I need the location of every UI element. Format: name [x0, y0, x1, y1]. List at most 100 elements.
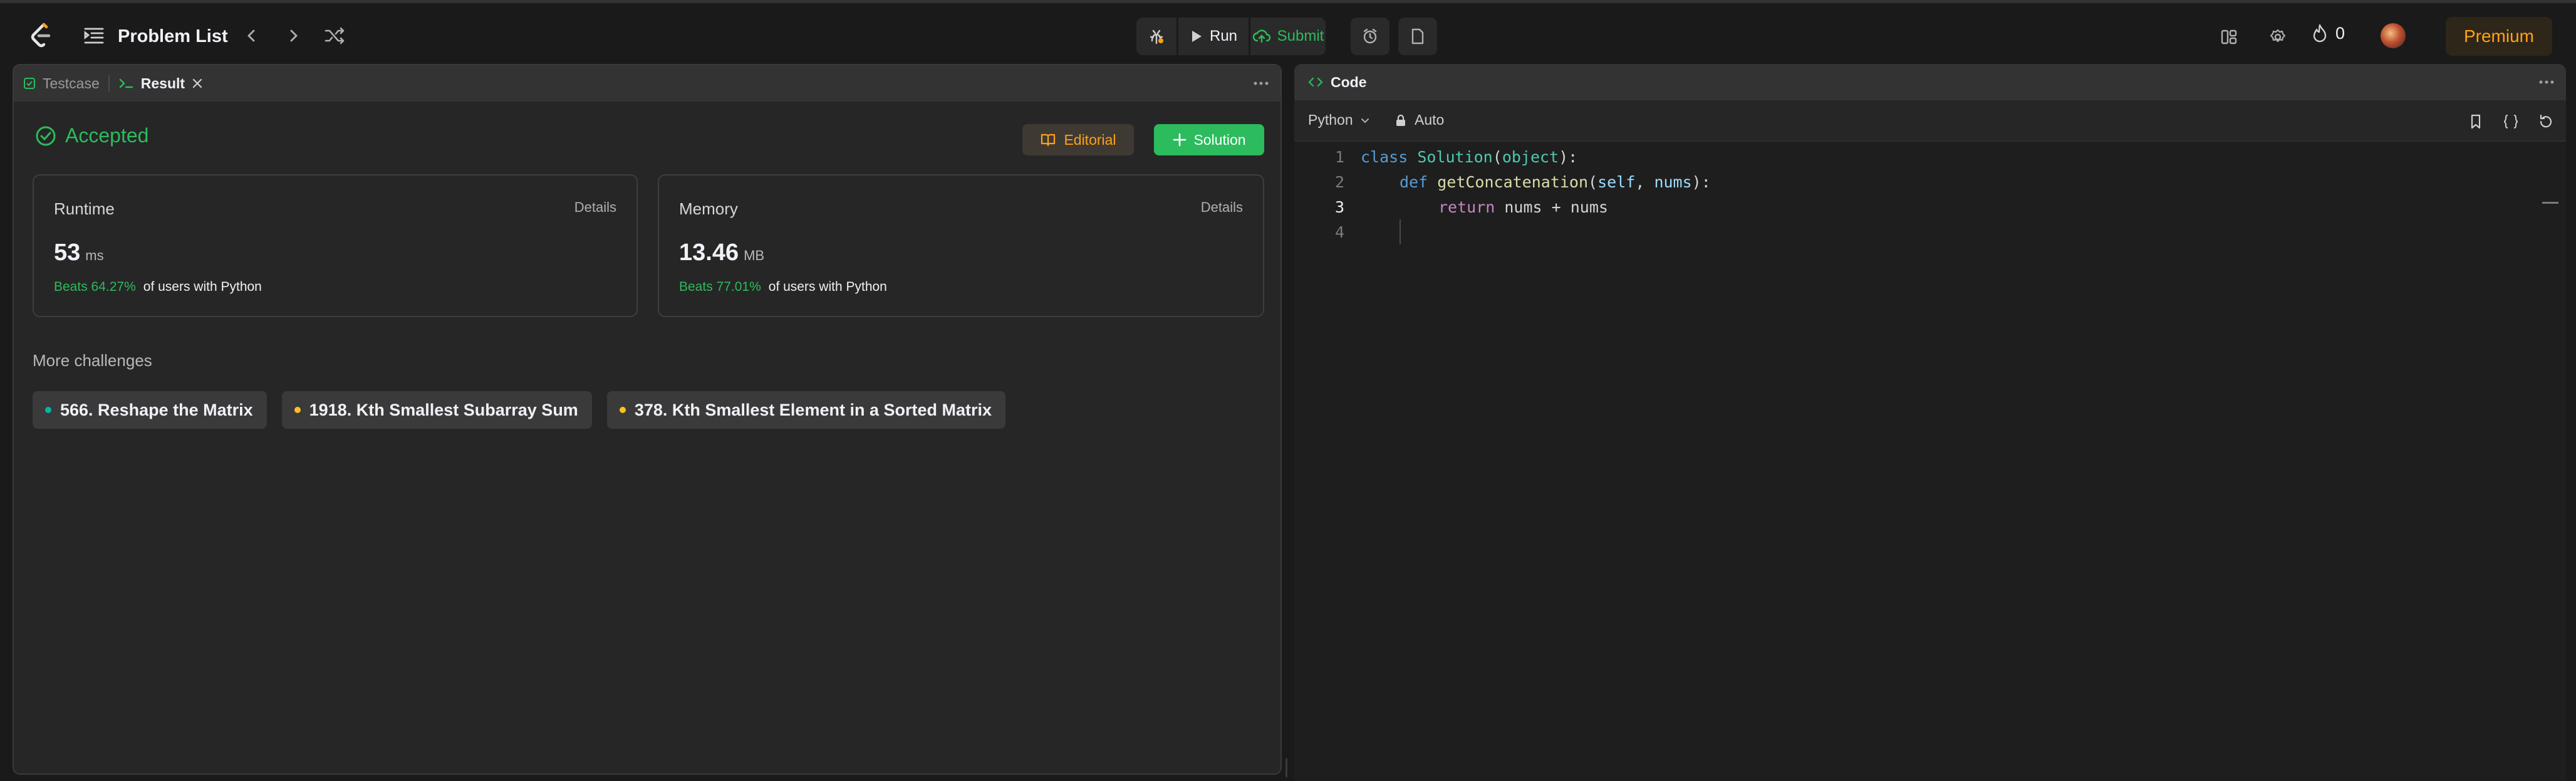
premium-button[interactable]: Premium — [2446, 17, 2552, 56]
problem-list-icon[interactable] — [83, 24, 105, 47]
runtime-card[interactable]: Runtime Details 53 ms Beats 64.27% of us… — [33, 174, 638, 317]
code-text: return nums + nums — [1438, 197, 1608, 216]
auto-mode-label: Auto — [1415, 112, 1445, 128]
code-line: 3 return nums + nums — [1294, 194, 1608, 219]
chevron-down-icon — [1361, 118, 1369, 123]
more-options-icon[interactable] — [1252, 74, 1270, 93]
streak-counter[interactable]: 0 — [2310, 23, 2345, 43]
gear-icon[interactable] — [2267, 26, 2289, 48]
auto-mode-toggle[interactable]: Auto — [1394, 112, 1444, 128]
run-submit-group: Run Submit — [1136, 18, 1326, 55]
flame-icon — [2313, 24, 2327, 43]
code-panel: Code Python Auto 1 class Solution(object… — [1294, 64, 2566, 781]
difficulty-dot — [45, 407, 51, 413]
challenge-chip[interactable]: 378. Kth Smallest Element in a Sorted Ma… — [606, 391, 1006, 429]
reset-icon[interactable] — [2537, 113, 2555, 130]
code-line: 4 — [1294, 219, 1344, 244]
run-label: Run — [1209, 28, 1238, 45]
solution-button[interactable]: Solution — [1154, 124, 1264, 155]
runtime-value: 53 ms — [54, 239, 104, 266]
memory-value: 13.46 MB — [679, 239, 764, 266]
tab-result-label: Result — [140, 75, 185, 92]
layout-icon[interactable] — [2218, 26, 2240, 48]
result-panel: Testcase Result Accepted Editorial Solut… — [13, 64, 1282, 775]
memory-beats-percent: Beats 77.01% — [679, 280, 761, 294]
code-text: class Solution(object): — [1361, 147, 1578, 166]
runtime-title: Runtime — [54, 199, 115, 218]
submit-label: Submit — [1277, 28, 1324, 45]
plus-icon — [1173, 133, 1187, 147]
challenge-chip[interactable]: 1918. Kth Smallest Subarray Sum — [281, 391, 592, 429]
line-number: 4 — [1334, 223, 1344, 241]
top-navigation-bar: Problem List Run Submit 0 Premium — [0, 0, 2576, 65]
language-label: Python — [1308, 112, 1353, 128]
code-icon — [1308, 77, 1323, 87]
problem-list-link[interactable]: Problem List — [118, 24, 228, 49]
challenge-label: 566. Reshape the Matrix — [60, 400, 253, 419]
editorial-label: Editorial — [1064, 131, 1116, 148]
bug-icon — [1150, 29, 1163, 45]
scrollbar-marker[interactable] — [2542, 202, 2558, 204]
submit-button[interactable]: Submit — [1250, 18, 1326, 55]
more-challenges-title: More challenges — [33, 351, 152, 370]
note-icon — [1411, 28, 1424, 45]
cloud-upload-icon — [1252, 29, 1270, 43]
submission-status: Accepted — [35, 124, 148, 147]
chevron-left-icon[interactable] — [242, 26, 262, 46]
challenge-label: 1918. Kth Smallest Subarray Sum — [309, 400, 578, 419]
memory-details-link[interactable]: Details — [1201, 199, 1243, 216]
checkbox-icon — [24, 78, 35, 89]
indent-guide — [1400, 219, 1401, 244]
terminal-icon — [119, 78, 133, 88]
tab-result[interactable]: Result — [110, 65, 212, 102]
code-text: def getConcatenation(self, nums): — [1400, 172, 1711, 191]
streak-count: 0 — [2335, 23, 2345, 43]
code-line: 1 class Solution(object): — [1294, 144, 1577, 169]
challenge-list: 566. Reshape the Matrix 1918. Kth Smalle… — [33, 391, 1006, 429]
challenge-label: 378. Kth Smallest Element in a Sorted Ma… — [634, 400, 992, 419]
difficulty-dot — [619, 407, 626, 413]
line-number: 3 — [1334, 197, 1344, 216]
run-button[interactable]: Run — [1178, 18, 1249, 55]
tab-testcase[interactable]: Testcase — [14, 65, 108, 102]
alarm-clock-icon — [1363, 28, 1377, 44]
lock-icon — [1396, 114, 1405, 126]
runtime-number: 53 — [54, 239, 81, 266]
runtime-beats-percent: Beats 64.27% — [54, 280, 136, 294]
code-panel-header: Code — [1294, 64, 2566, 100]
code-editor[interactable]: 1 class Solution(object): 2 def getConca… — [1294, 142, 2566, 781]
memory-beats-suffix: of users with Python — [768, 280, 887, 294]
editorial-button[interactable]: Editorial — [1022, 124, 1134, 155]
shuffle-icon[interactable] — [323, 24, 346, 47]
code-line: 2 def getConcatenation(self, nums): — [1294, 169, 1711, 194]
panel-resize-handle[interactable] — [1285, 758, 1287, 777]
tab-testcase-label: Testcase — [43, 75, 100, 92]
chevron-right-icon[interactable] — [283, 26, 303, 46]
more-options-icon[interactable] — [2537, 73, 2556, 92]
leetcode-logo-icon[interactable] — [25, 19, 56, 51]
book-icon — [1041, 134, 1056, 147]
close-icon[interactable] — [191, 77, 204, 90]
memory-number: 13.46 — [679, 239, 739, 266]
debug-button[interactable] — [1136, 18, 1176, 55]
timer-button[interactable] — [1351, 18, 1389, 55]
runtime-details-link[interactable]: Details — [574, 199, 616, 216]
avatar[interactable] — [2381, 23, 2406, 48]
result-panel-header: Testcase Result — [14, 65, 1280, 102]
language-select[interactable]: Python — [1308, 112, 1371, 128]
play-icon — [1192, 31, 1202, 42]
solution-label: Solution — [1193, 131, 1246, 148]
format-braces-icon[interactable] — [2502, 113, 2520, 130]
line-number: 1 — [1334, 147, 1344, 166]
code-panel-title: Code — [1331, 73, 1367, 90]
memory-beats: Beats 77.01% of users with Python — [679, 280, 887, 295]
notes-button[interactable] — [1398, 18, 1437, 55]
memory-card[interactable]: Memory Details 13.46 MB Beats 77.01% of … — [658, 174, 1264, 317]
runtime-beats-suffix: of users with Python — [143, 280, 262, 294]
check-circle-icon — [36, 126, 56, 145]
challenge-chip[interactable]: 566. Reshape the Matrix — [33, 391, 267, 429]
bookmark-icon[interactable] — [2467, 113, 2485, 130]
line-number: 2 — [1334, 172, 1344, 191]
runtime-beats: Beats 64.27% of users with Python — [54, 280, 262, 295]
status-accepted-label: Accepted — [65, 124, 149, 147]
